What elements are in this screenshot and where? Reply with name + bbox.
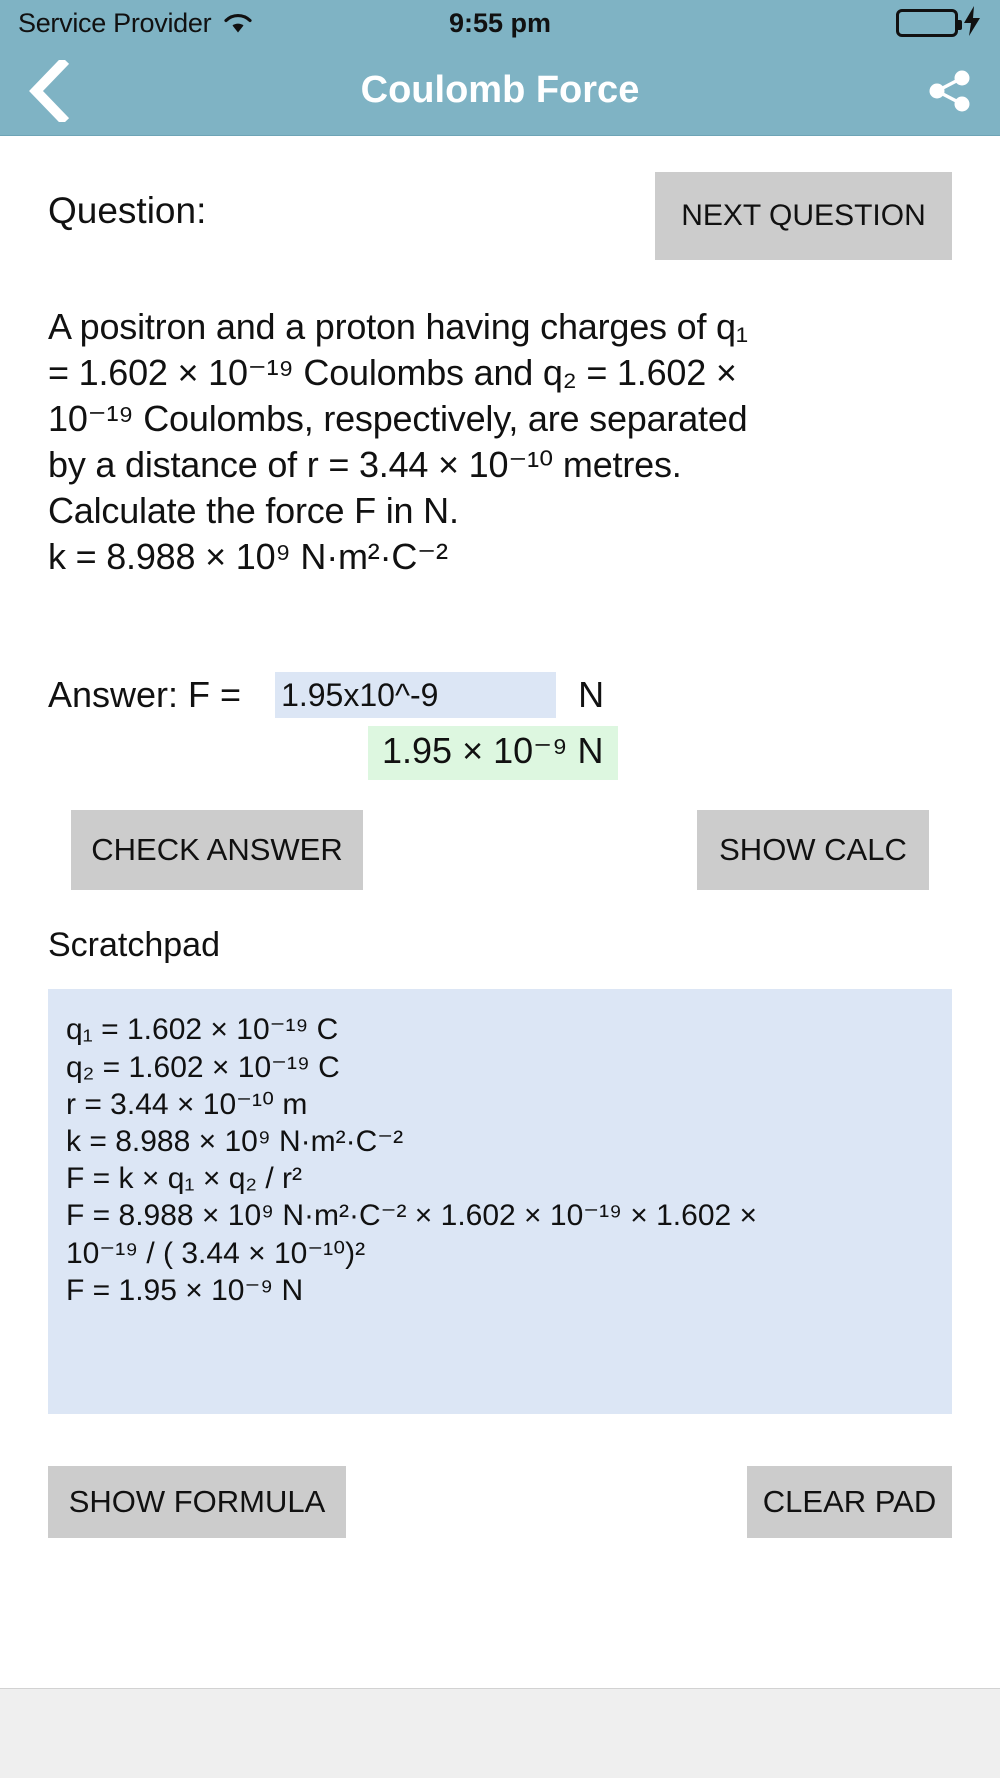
answer-result-row: 1.95 × 10⁻⁹ N [48,718,952,781]
lightning-bolt-icon [962,5,982,41]
show-calc-button[interactable]: SHOW CALC [697,810,929,891]
scratchpad-line: 10⁻¹⁹ / ( 3.44 × 10⁻¹⁰)² [66,1236,366,1270]
show-formula-button[interactable]: SHOW FORMULA [48,1466,346,1539]
answer-row: Answer: F = N [48,672,952,719]
answer-result-badge: 1.95 × 10⁻⁹ N [368,726,618,781]
scratchpad-line: k = 8.988 × 10⁹ N·m²·C⁻² [66,1125,404,1159]
page-title: Coulomb Force [360,69,640,111]
scratchpad-line: r = 3.44 × 10⁻¹⁰ m [66,1087,308,1121]
question-line: k = 8.988 × 10⁹ N·m²·C⁻² [48,536,448,578]
wifi-icon [223,11,253,35]
question-line: Calculate the force F in N. [48,490,459,532]
question-header-row: Question: NEXT QUESTION [48,172,952,260]
answer-unit-label: N [578,674,605,716]
battery-icon [896,9,962,37]
clear-pad-button[interactable]: CLEAR PAD [747,1466,952,1539]
status-bar: Service Provider 9:55 pm [0,0,1000,46]
scratchpad-line: F = 8.988 × 10⁹ N·m²·C⁻² × 1.602 × 10⁻¹⁹… [66,1199,758,1233]
answer-input[interactable] [275,672,557,719]
scratchpad-line: q₂ = 1.602 × 10⁻¹⁹ C [66,1050,340,1084]
scratchpad-line: q₁ = 1.602 × 10⁻¹⁹ C [66,1013,339,1047]
main-content: Question: NEXT QUESTION A positron and a… [0,172,1000,1539]
next-question-button[interactable]: NEXT QUESTION [655,172,952,260]
scratchpad-line: F = 1.95 × 10⁻⁹ N [66,1273,304,1307]
question-line: = 1.602 × 10⁻¹⁹ Coulombs and q₂ = 1.602 … [48,352,737,394]
share-button[interactable] [926,68,974,114]
bottom-toolbar-strip [0,1688,1000,1778]
back-button[interactable] [26,59,80,122]
scratchpad-area[interactable]: q₁ = 1.602 × 10⁻¹⁹ C q₂ = 1.602 × 10⁻¹⁹ … [48,989,952,1415]
nav-bar: Coulomb Force [0,46,1000,136]
question-line: A positron and a proton having charges o… [48,306,748,347]
answer-action-row: CHECK ANSWER SHOW CALC [48,810,952,891]
question-label: Question: [48,190,207,231]
scratchpad-title: Scratchpad [48,926,220,965]
check-answer-button[interactable]: CHECK ANSWER [71,810,363,891]
answer-label: Answer: F = [48,674,242,716]
question-line: 10⁻¹⁹ Coulombs, respectively, are separa… [48,398,748,440]
question-text: A positron and a proton having charges o… [48,304,952,580]
carrier-label: Service Provider [18,7,212,38]
status-right-group [896,5,982,41]
scratchpad-line: F = k × q₁ × q₂ / r² [66,1162,303,1196]
bottom-action-row: SHOW FORMULA CLEAR PAD [48,1466,952,1539]
question-line: by a distance of r = 3.44 × 10⁻¹⁰ metres… [48,444,682,486]
